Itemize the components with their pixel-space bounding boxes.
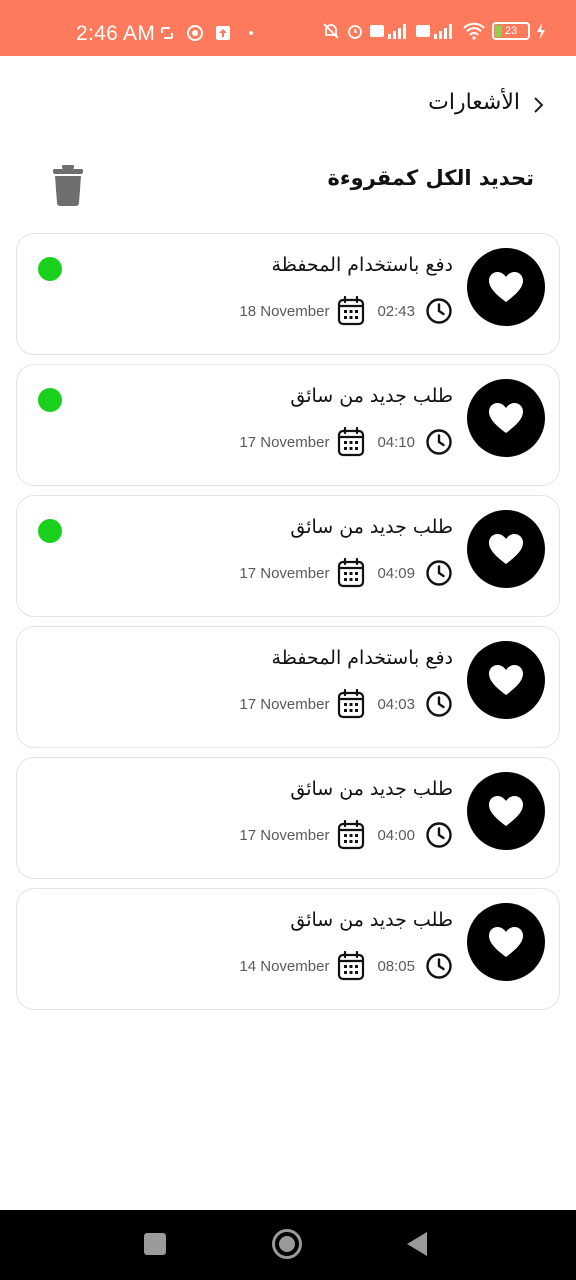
notification-title: طلب جديد من سائق [290,385,453,407]
avatar [467,510,545,588]
notification-time: 08:05 [377,957,415,975]
calendar-icon [338,427,365,457]
clock-icon [426,822,452,848]
calendar-icon [338,951,365,981]
actions-row: تحديد الكل كمقروءة [0,160,576,210]
calendar-icon [338,558,365,588]
notification-date: 17 November [239,826,330,844]
notification-meta: 04:00 17 November [239,820,453,850]
unread-indicator [38,519,62,543]
alarm-icon [348,25,362,39]
status-bar: 2:46 AM 23 [0,0,576,56]
notification-time: 04:09 [377,564,415,582]
notification-list: دفع باستخدام المحفظة 02:43 18 November ط… [16,233,560,1019]
notification-title: طلب جديد من سائق [290,778,453,800]
heart-icon [489,272,523,302]
calendar-icon [338,296,365,326]
dot-icon [249,31,253,35]
charging-icon [537,23,545,39]
battery-icon: 23 [492,22,530,40]
sync-icon [161,27,173,39]
avatar [467,641,545,719]
notification-time: 02:43 [377,302,415,320]
avatar [467,903,545,981]
notification-date: 17 November [239,433,330,451]
notification-date: 18 November [239,302,330,320]
notification-date: 17 November [239,695,330,713]
notification-date: 14 November [239,957,330,975]
notification-meta: 04:03 17 November [239,689,453,719]
notification-title: طلب جديد من سائق [290,516,453,538]
whatsapp-icon [187,25,203,41]
heart-icon [489,403,523,433]
notification-card[interactable]: دفع باستخدام المحفظة 04:03 17 November [16,626,560,748]
heart-icon [489,534,523,564]
notification-meta: 08:05 14 November [239,951,453,981]
app-header: الأشعارات [0,80,576,130]
notification-card[interactable]: طلب جديد من سائق 04:10 17 November [16,364,560,486]
avatar [467,772,545,850]
chevron-right-icon[interactable] [532,94,546,116]
avatar [467,379,545,457]
notification-time: 04:03 [377,695,415,713]
wifi-icon [463,22,485,40]
page-title: الأشعارات [428,90,520,115]
back-button[interactable] [405,1230,429,1258]
status-time: 2:46 AM [76,22,156,45]
notification-meta: 04:09 17 November [239,558,453,588]
heart-icon [489,796,523,826]
notification-time: 04:00 [377,826,415,844]
calendar-icon [338,689,365,719]
heart-icon [489,927,523,957]
notification-meta: 04:10 17 November [239,427,453,457]
clock-icon [426,298,452,324]
notification-meta: 02:43 18 November [239,296,453,326]
recents-button[interactable] [144,1233,166,1255]
notification-card[interactable]: طلب جديد من سائق 04:09 17 November [16,495,560,617]
unread-indicator [38,257,62,281]
clock-icon [426,429,452,455]
notification-title: طلب جديد من سائق [290,909,453,931]
battery-level: 23 [504,25,518,37]
status-left-icons [158,24,260,42]
notification-card[interactable]: دفع باستخدام المحفظة 02:43 18 November [16,233,560,355]
notification-card[interactable]: طلب جديد من سائق 08:05 14 November [16,888,560,1010]
clock-icon [426,953,452,979]
avatar [467,248,545,326]
system-nav-bar [0,1210,576,1280]
notification-card[interactable]: طلب جديد من سائق 04:00 17 November [16,757,560,879]
notification-date: 17 November [239,564,330,582]
calendar-icon [338,820,365,850]
clock-icon [426,560,452,586]
muted-bell-icon [323,23,339,39]
notification-title: دفع باستخدام المحفظة [271,254,453,276]
upload-icon [216,26,230,40]
heart-icon [489,665,523,695]
notification-title: دفع باستخدام المحفظة [271,647,453,669]
mark-all-read-button[interactable]: تحديد الكل كمقروءة [328,166,534,190]
volte-signal-icon [370,24,406,39]
trash-icon[interactable] [52,164,84,206]
volte-signal-2-icon [416,24,452,39]
status-right-icons: 23 [322,22,546,40]
unread-indicator [38,388,62,412]
home-button[interactable] [271,1228,303,1260]
notification-time: 04:10 [377,433,415,451]
clock-icon [426,691,452,717]
